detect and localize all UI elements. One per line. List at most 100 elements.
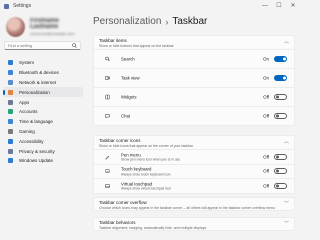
profile-name: Firstname Lastname	[30, 18, 59, 30]
close-button[interactable]: ✕	[286, 0, 300, 12]
sidebar-item-gaming[interactable]: Gaming	[3, 127, 83, 137]
widgets-icon	[105, 94, 110, 100]
sidebar-item-network-internet[interactable]: Network & internet	[3, 78, 83, 88]
apps-icon	[8, 99, 13, 105]
search-box[interactable]	[4, 41, 81, 50]
toggle-knob	[276, 155, 280, 159]
toggle-state-label: Off	[263, 183, 269, 189]
setting-label: Virtual touchpad	[121, 181, 152, 186]
touchpad-icon	[105, 183, 110, 188]
sidebar-item-label: Bluetooth & devices	[19, 70, 59, 76]
toggle-state-label: Off	[263, 94, 269, 100]
setting-row: Pen menu Show pen menu icon when pen is i…	[93, 150, 295, 165]
setting-row: Task view On	[93, 69, 295, 88]
toggle-state-label: Off	[263, 154, 269, 160]
sidebar-item-accounts[interactable]: Accounts	[3, 107, 83, 117]
accessibility-icon	[8, 138, 13, 144]
chat-icon	[105, 114, 110, 119]
sidebar-item-system[interactable]: System	[3, 58, 83, 68]
toggle-switch[interactable]	[274, 113, 287, 119]
setting-label: Search	[121, 56, 135, 62]
setting-label: Pen menu	[121, 152, 141, 157]
profile-email: someone@example.com	[30, 31, 75, 36]
setting-row: Widgets Off	[93, 88, 295, 107]
sidebar-item-privacy-security[interactable]: Privacy & security	[3, 146, 83, 156]
sidebar-item-label: Apps	[19, 99, 30, 105]
person-icon	[8, 109, 13, 115]
task-view-icon	[105, 76, 110, 80]
breadcrumb-separator: ›	[165, 16, 169, 27]
sidebar-item-label: Privacy & security	[19, 148, 55, 154]
setting-label: Chat	[121, 113, 131, 119]
section-description: Taskbar alignment, badging, automaticall…	[99, 226, 207, 230]
toggle-knob	[276, 184, 280, 188]
sidebar-item-label: Gaming	[19, 128, 35, 134]
pen-icon	[105, 155, 110, 160]
section-corner-overflow[interactable]: Taskbar corner overflow Choose which ico…	[93, 197, 295, 211]
title-bar: Settings — ☐ ✕	[0, 0, 300, 12]
search-icon[interactable]	[72, 43, 77, 48]
section-corner-icons[interactable]: Taskbar corner icons Show or hide icons …	[93, 135, 295, 150]
user-profile[interactable]: Firstname Lastname someone@example.com	[6, 17, 86, 37]
controller-icon	[8, 128, 13, 134]
toggle-switch[interactable]	[274, 153, 287, 160]
avatar	[6, 17, 26, 37]
sidebar: Firstname Lastname someone@example.com S…	[0, 12, 86, 234]
section-description: Show or hide icons that appear on the co…	[99, 144, 193, 148]
sidebar-item-personalization[interactable]: Personalization	[3, 87, 83, 98]
setting-description: Always show touch keyboard icon	[121, 172, 171, 176]
sidebar-item-time-language[interactable]: Time & language	[3, 117, 83, 127]
toggle-switch[interactable]	[274, 94, 287, 100]
toggle-switch[interactable]	[274, 75, 287, 81]
toggle-switch[interactable]	[274, 168, 287, 175]
setting-row: Touch keyboard Always show touch keyboard…	[93, 164, 295, 179]
sidebar-item-apps[interactable]: Apps	[3, 97, 83, 107]
breadcrumb-parent[interactable]: Personalization	[93, 16, 161, 27]
toggle-knob	[276, 169, 280, 173]
update-icon	[8, 158, 13, 164]
toggle-switch[interactable]	[274, 56, 287, 62]
chevron-up-icon[interactable]: ︿	[284, 40, 289, 45]
shield-icon	[8, 148, 13, 154]
setting-row: Virtual touchpad Always show virtual touc…	[93, 179, 295, 194]
section-description: Show or hide buttons that appear on the …	[99, 44, 174, 48]
toggle-state-label: On	[262, 56, 269, 62]
setting-label: Touch keyboard	[121, 166, 152, 172]
brush-icon	[8, 89, 13, 95]
sidebar-item-label: Accounts	[19, 109, 38, 115]
search-input[interactable]	[8, 42, 72, 49]
minimize-button[interactable]: —	[258, 0, 272, 12]
sidebar-item-label: Network & internet	[19, 79, 57, 85]
clock-globe-icon	[8, 119, 13, 125]
maximize-button[interactable]: ☐	[272, 0, 286, 12]
sidebar-item-windows-update[interactable]: Windows Update	[3, 156, 83, 166]
section-taskbar-items[interactable]: Taskbar items Show or hide buttons that …	[93, 35, 295, 50]
page-title: Taskbar	[172, 16, 208, 27]
toggle-state-label: On	[262, 75, 269, 81]
chevron-down-icon[interactable]: ﹀	[284, 202, 289, 207]
setting-row: Search On	[93, 50, 295, 69]
chevron-down-icon[interactable]: ﹀	[284, 222, 289, 227]
section-taskbar-behaviors[interactable]: Taskbar behaviors Taskbar alignment, bad…	[93, 217, 295, 231]
sidebar-item-label: Accessibility	[19, 138, 44, 144]
toggle-switch[interactable]	[274, 182, 287, 189]
window-controls: — ☐ ✕	[258, 0, 300, 12]
section-title: Taskbar corner icons	[99, 138, 141, 143]
toggle-state-label: Off	[263, 168, 269, 174]
section-title: Taskbar items	[99, 38, 127, 43]
settings-app-icon	[4, 3, 9, 9]
setting-description: Always show virtual touchpad icon	[121, 186, 172, 191]
setting-label: Task view	[121, 75, 140, 81]
search-icon	[105, 56, 110, 62]
sidebar-nav: System Bluetooth & devices Network & inter…	[3, 58, 83, 166]
toggle-knob	[282, 57, 286, 61]
sidebar-item-label: System	[19, 60, 35, 66]
setting-row: Chat Off	[93, 107, 295, 126]
sidebar-item-accessibility[interactable]: Accessibility	[3, 136, 83, 146]
toggle-state-label: Off	[263, 113, 269, 119]
section-title: Taskbar behaviors	[99, 220, 136, 225]
chevron-up-icon[interactable]: ︿	[284, 140, 289, 145]
monitor-icon	[8, 60, 13, 66]
sidebar-item-bluetooth-devices[interactable]: Bluetooth & devices	[3, 68, 83, 78]
section-title: Taskbar corner overflow	[99, 200, 147, 205]
